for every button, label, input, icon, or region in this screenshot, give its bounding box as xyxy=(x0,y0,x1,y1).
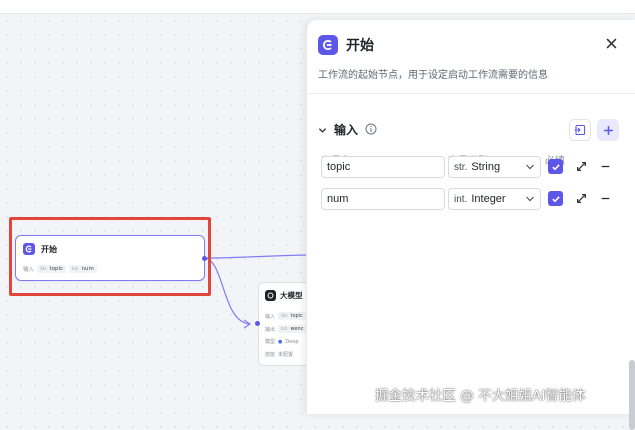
info-icon[interactable] xyxy=(365,120,377,139)
start-node-title: 开始 xyxy=(41,244,57,254)
input-section-title: 输入 xyxy=(334,123,359,137)
check-icon xyxy=(551,163,560,170)
import-icon xyxy=(574,124,586,136)
panel-divider xyxy=(307,93,635,94)
variable-name-input[interactable] xyxy=(321,188,445,210)
llm-row-value: Deep xyxy=(285,338,299,345)
node-config-panel: 开始 工作流的起始节点，用于设定启动工作流需要的信息 输入 变量名 变量类型 必… xyxy=(306,20,635,430)
chip-name: num xyxy=(81,266,94,272)
chevron-down-icon xyxy=(526,196,534,202)
required-checkbox[interactable] xyxy=(548,159,563,174)
expand-icon[interactable] xyxy=(574,159,588,173)
llm-row-label: 输出 xyxy=(265,326,276,333)
close-icon[interactable] xyxy=(603,35,619,51)
llm-node-input-port[interactable] xyxy=(255,321,260,326)
start-node-output-port[interactable] xyxy=(202,256,207,261)
llm-row-value: topic xyxy=(290,313,303,319)
variable-type-label: Integer xyxy=(471,193,506,205)
llm-row-value: wenc xyxy=(290,326,304,332)
edge-start-to-panel xyxy=(204,254,307,259)
chevron-down-icon[interactable] xyxy=(318,120,327,139)
llm-row-label: 技能 xyxy=(265,352,276,358)
variable-type-select[interactable]: str. String xyxy=(448,156,541,178)
start-node-input-chip: Int. num xyxy=(69,265,97,273)
llm-row-label: 输入 xyxy=(265,313,276,320)
start-node-icon xyxy=(23,243,35,255)
input-section-header[interactable]: 输入 xyxy=(318,120,377,139)
panel-description: 工作流的起始节点，用于设定启动工作流需要的信息 xyxy=(318,70,548,81)
llm-node-row: 模型 ● Deep xyxy=(265,338,299,346)
panel-scrollbar[interactable] xyxy=(629,360,635,430)
import-variables-button[interactable] xyxy=(569,119,591,141)
variable-type-label: String xyxy=(471,161,501,173)
add-variable-button[interactable] xyxy=(597,119,619,141)
chip-type: Int. xyxy=(72,266,80,272)
llm-row-chip: Int. wenc xyxy=(278,325,307,333)
remove-variable-icon[interactable] xyxy=(598,159,612,173)
llm-row-tag: Int. xyxy=(281,326,289,332)
llm-row-chip: Str. topic xyxy=(278,312,306,320)
variable-row: int. Integer xyxy=(307,188,635,210)
edge-start-to-llm xyxy=(204,257,251,325)
start-node-inputs-label: 输入 xyxy=(23,267,35,273)
llm-node-row: 技能 未配置 xyxy=(265,351,293,358)
variable-type-prefix: int. xyxy=(454,193,468,205)
variable-row: str. String xyxy=(307,156,635,178)
llm-node-title: 大模型 xyxy=(280,291,303,300)
variable-type-prefix: str. xyxy=(454,161,468,173)
llm-row-label: 模型 xyxy=(265,339,276,345)
chevron-down-icon xyxy=(526,164,534,170)
expand-icon[interactable] xyxy=(574,191,588,205)
variable-type-select[interactable]: int. Integer xyxy=(448,188,541,210)
llm-node-row: 输入 Str. topic xyxy=(265,312,306,320)
variable-name-input[interactable] xyxy=(321,156,445,178)
check-icon xyxy=(551,195,560,202)
watermark: 掘金技术社区 @ 不大姐姐AI智能体 xyxy=(375,388,586,404)
llm-row-value: 未配置 xyxy=(278,352,294,358)
chip-name: topic xyxy=(49,266,64,272)
panel-title: 开始 xyxy=(346,38,374,54)
llm-node-row: 输出 Int. wenc xyxy=(265,325,307,333)
llm-node-icon xyxy=(265,290,276,301)
llm-row-tag: Str. xyxy=(281,313,289,319)
start-node[interactable]: 开始 输入 Str. topic Int. num xyxy=(15,235,205,281)
deepseek-icon: ● xyxy=(278,338,283,345)
remove-variable-icon[interactable] xyxy=(598,191,612,205)
start-node-input-chip: Str. topic xyxy=(37,265,67,273)
required-checkbox[interactable] xyxy=(548,191,563,206)
start-node-icon xyxy=(318,35,338,55)
plus-icon xyxy=(603,125,613,135)
chip-type: Str. xyxy=(40,266,48,272)
